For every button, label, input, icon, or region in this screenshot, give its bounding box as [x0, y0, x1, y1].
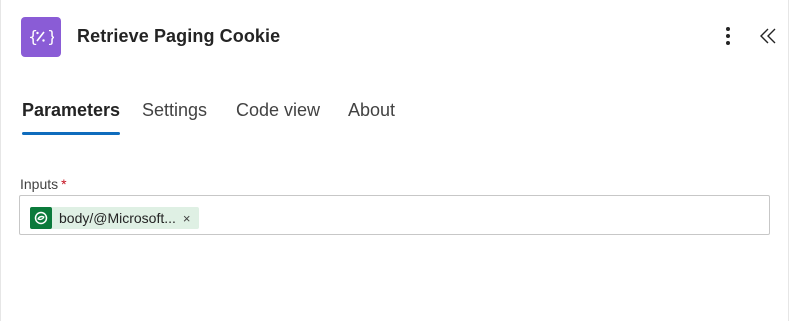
- action-title[interactable]: Retrieve Paging Cookie: [77, 26, 280, 47]
- tab-parameters[interactable]: Parameters: [22, 100, 121, 135]
- collapse-panel-button[interactable]: [756, 24, 780, 48]
- more-options-button[interactable]: [717, 24, 739, 48]
- action-details-panel: { } Retrieve Paging Cookie Parameters Se: [0, 0, 789, 321]
- dataverse-icon: [30, 207, 52, 229]
- token-label: body/@Microsoft...: [59, 210, 176, 226]
- tab-settings[interactable]: Settings: [142, 100, 207, 135]
- svg-text:{: {: [28, 27, 38, 46]
- inputs-field[interactable]: body/@Microsoft... ×: [19, 195, 770, 235]
- inputs-label-text: Inputs: [20, 176, 59, 192]
- variable-braces-icon: { }: [21, 17, 61, 57]
- tab-about[interactable]: About: [348, 100, 395, 135]
- tab-code-view[interactable]: Code view: [236, 100, 320, 135]
- panel-header: { } Retrieve Paging Cookie: [1, 0, 788, 74]
- remove-token-button[interactable]: ×: [183, 212, 191, 225]
- svg-text:}: }: [47, 27, 54, 46]
- required-marker: *: [61, 176, 67, 192]
- chevron-double-left-icon: [760, 28, 776, 44]
- more-vertical-icon: [726, 27, 730, 45]
- dynamic-content-token[interactable]: body/@Microsoft... ×: [30, 207, 199, 229]
- inputs-label: Inputs *: [20, 176, 67, 192]
